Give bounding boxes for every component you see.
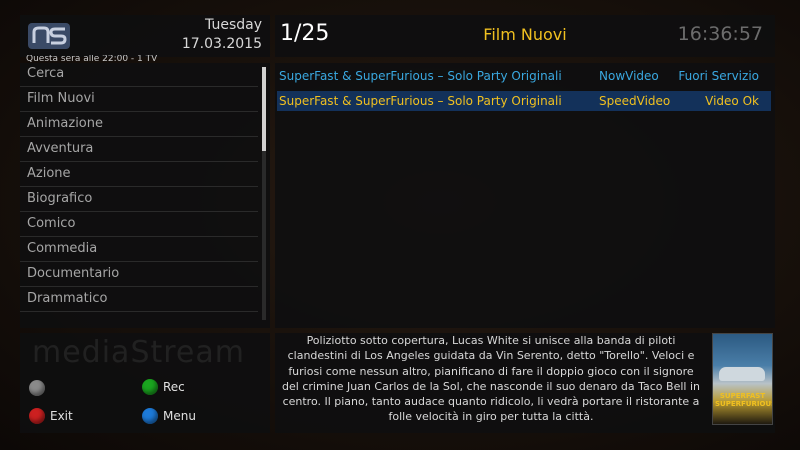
menu-scrollbar-thumb[interactable]: [262, 67, 266, 151]
menu-key[interactable]: Menu: [142, 408, 196, 424]
film-host: NowVideo: [599, 69, 659, 83]
mediastream-logo-icon: [28, 23, 70, 49]
menu-item-film-nuovi[interactable]: Film Nuovi: [20, 88, 258, 112]
poster-text: SUPERFAST SUPERFURIOUS: [715, 392, 773, 408]
menu-key-label: Menu: [163, 409, 196, 423]
exit-key[interactable]: Exit: [29, 408, 73, 424]
mediastream-watermark: mediaStream: [32, 335, 245, 370]
film-status: Fuori Servizio: [678, 69, 759, 83]
film-poster: SUPERFAST SUPERFURIOUS: [712, 333, 773, 425]
blue-button-icon: [142, 408, 158, 424]
red-button-icon: [29, 408, 45, 424]
header-right-panel: 1/25 Film Nuovi 16:36:57: [275, 15, 775, 57]
category-menu: Cerca Film Nuovi Animazione Avventura Az…: [20, 63, 270, 328]
color-keys-panel: mediaStream Rec Exit Menu: [20, 333, 270, 433]
film-row-selected[interactable]: SuperFast & SuperFurious – Solo Party Or…: [277, 91, 771, 111]
film-row[interactable]: SuperFast & SuperFurious – Solo Party Or…: [277, 66, 771, 86]
header-date: 17.03.2015: [181, 36, 262, 52]
exit-key-label: Exit: [50, 409, 73, 423]
clock: 16:36:57: [677, 23, 763, 45]
info-panel: Poliziotto sotto copertura, Lucas White …: [275, 333, 775, 433]
menu-item-drammatico[interactable]: Drammatico: [20, 288, 258, 312]
menu-item-documentario[interactable]: Documentario: [20, 263, 258, 287]
header-left-panel: Tuesday 17.03.2015: [20, 15, 270, 57]
menu-item-comico[interactable]: Comico: [20, 213, 258, 237]
header-day: Tuesday: [205, 17, 262, 33]
rec-key-label: Rec: [163, 380, 185, 394]
menu-item-animazione[interactable]: Animazione: [20, 113, 258, 137]
menu-item-azione[interactable]: Azione: [20, 163, 258, 187]
film-host: SpeedVideo: [599, 94, 671, 108]
film-title: SuperFast & SuperFurious – Solo Party Or…: [279, 69, 562, 83]
menu-item-biografico[interactable]: Biografico: [20, 188, 258, 212]
film-list: SuperFast & SuperFurious – Solo Party Or…: [275, 63, 775, 328]
menu-item-avventura[interactable]: Avventura: [20, 138, 258, 162]
film-status: Video Ok: [705, 94, 759, 108]
green-button-icon: [142, 379, 158, 395]
car-icon: [719, 367, 765, 381]
rec-key[interactable]: Rec: [142, 379, 185, 395]
film-synopsis: Poliziotto sotto copertura, Lucas White …: [282, 334, 700, 424]
film-title: SuperFast & SuperFurious – Solo Party Or…: [279, 94, 562, 108]
grey-key[interactable]: [29, 380, 50, 396]
menu-item-cerca[interactable]: Cerca: [20, 63, 258, 87]
grey-button-icon: [29, 380, 45, 396]
menu-item-commedia[interactable]: Commedia: [20, 238, 258, 262]
menu-scrollbar[interactable]: [262, 67, 266, 320]
